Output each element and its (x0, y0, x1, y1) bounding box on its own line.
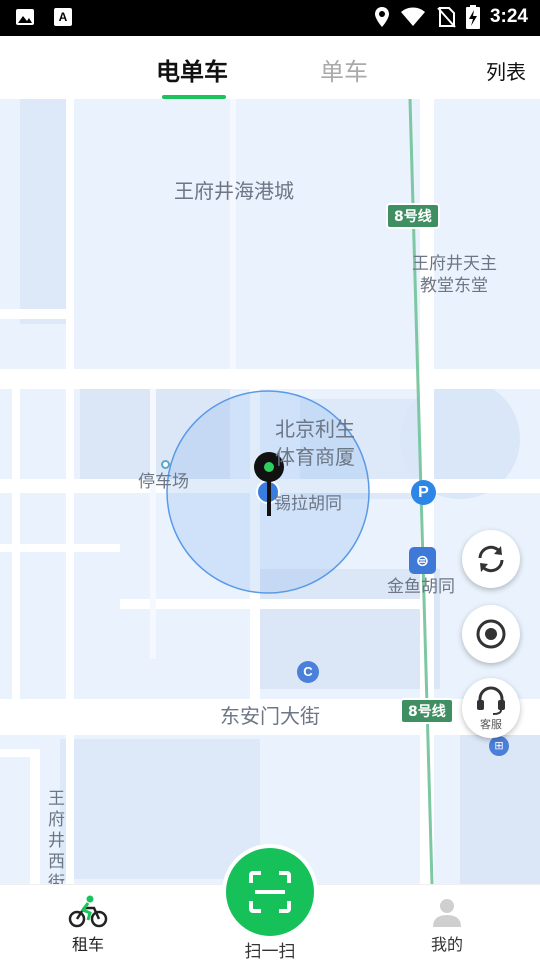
top-tab-bar: 电单车 单车 列表 (0, 36, 540, 99)
map-label-mall: 王府井海港城 (174, 179, 294, 203)
nav-rent-label: 租车 (71, 935, 104, 954)
tab-e-bike[interactable]: 电单车 (156, 52, 228, 87)
locate-button[interactable] (462, 605, 520, 663)
image-icon (16, 9, 34, 25)
app-screen: A 3:24 电单车 单车 列表 王府井海港城 王府井天主 教堂东堂 北京利生 … (0, 0, 540, 960)
refresh-button[interactable] (462, 530, 520, 588)
no-sim-icon (437, 7, 456, 28)
map-label-building-2: 体育商厦 (275, 445, 355, 469)
parking-marker-icon[interactable]: P (411, 480, 436, 505)
map-label-church-2: 教堂东堂 (420, 276, 488, 296)
wifi-icon (400, 7, 425, 26)
status-bar: A 3:24 (0, 0, 540, 36)
metro-line-badge: 8号线 (400, 698, 454, 724)
bike-rider-icon (68, 895, 108, 928)
nav-mine[interactable]: 我的 (430, 895, 464, 955)
map-label-church-1: 王府井天主 (412, 254, 497, 274)
map-label-hutong-1: 锡拉胡同 (274, 494, 342, 514)
customer-service-label: 客服 (480, 717, 502, 731)
person-icon (433, 899, 461, 927)
parking-dot-icon (161, 460, 170, 469)
status-time: 3:24 (489, 6, 528, 27)
metro-station-icon[interactable]: ⊜ (409, 547, 436, 574)
c-marker-icon[interactable]: C (297, 661, 319, 683)
scan-label: 扫一扫 (244, 942, 296, 960)
battery-charging-icon (465, 5, 480, 29)
map-label-hutong-2: 金鱼胡同 (387, 577, 455, 597)
scan-button[interactable] (226, 848, 314, 936)
map-label-parking: 停车场 (138, 472, 189, 492)
map-view[interactable]: 王府井海港城 王府井天主 教堂东堂 北京利生 体育商厦 停车场 锡拉胡同 金鱼胡… (0, 99, 540, 884)
nav-rent[interactable]: 租车 (68, 895, 108, 955)
map-label-west-street: 王府井西街 (48, 789, 65, 884)
list-button[interactable]: 列表 (486, 56, 526, 85)
headset-icon (477, 686, 505, 715)
location-icon (374, 7, 389, 27)
scan-icon (249, 871, 291, 913)
nav-mine-label: 我的 (430, 935, 463, 954)
customer-service-button[interactable]: 客服 (462, 678, 520, 738)
metro-line-badge: 8号线 (386, 203, 440, 229)
tab-bike[interactable]: 单车 (320, 52, 368, 87)
svg-text:A: A (59, 10, 68, 24)
map-background (0, 99, 540, 884)
map-label-street: 东安门大街 (220, 704, 320, 728)
locate-icon (476, 619, 506, 649)
refresh-icon (478, 545, 504, 573)
bank-marker-icon[interactable]: ⊞ (489, 736, 509, 756)
map-label-building-1: 北京利生 (275, 417, 355, 441)
font-icon: A (54, 8, 72, 26)
